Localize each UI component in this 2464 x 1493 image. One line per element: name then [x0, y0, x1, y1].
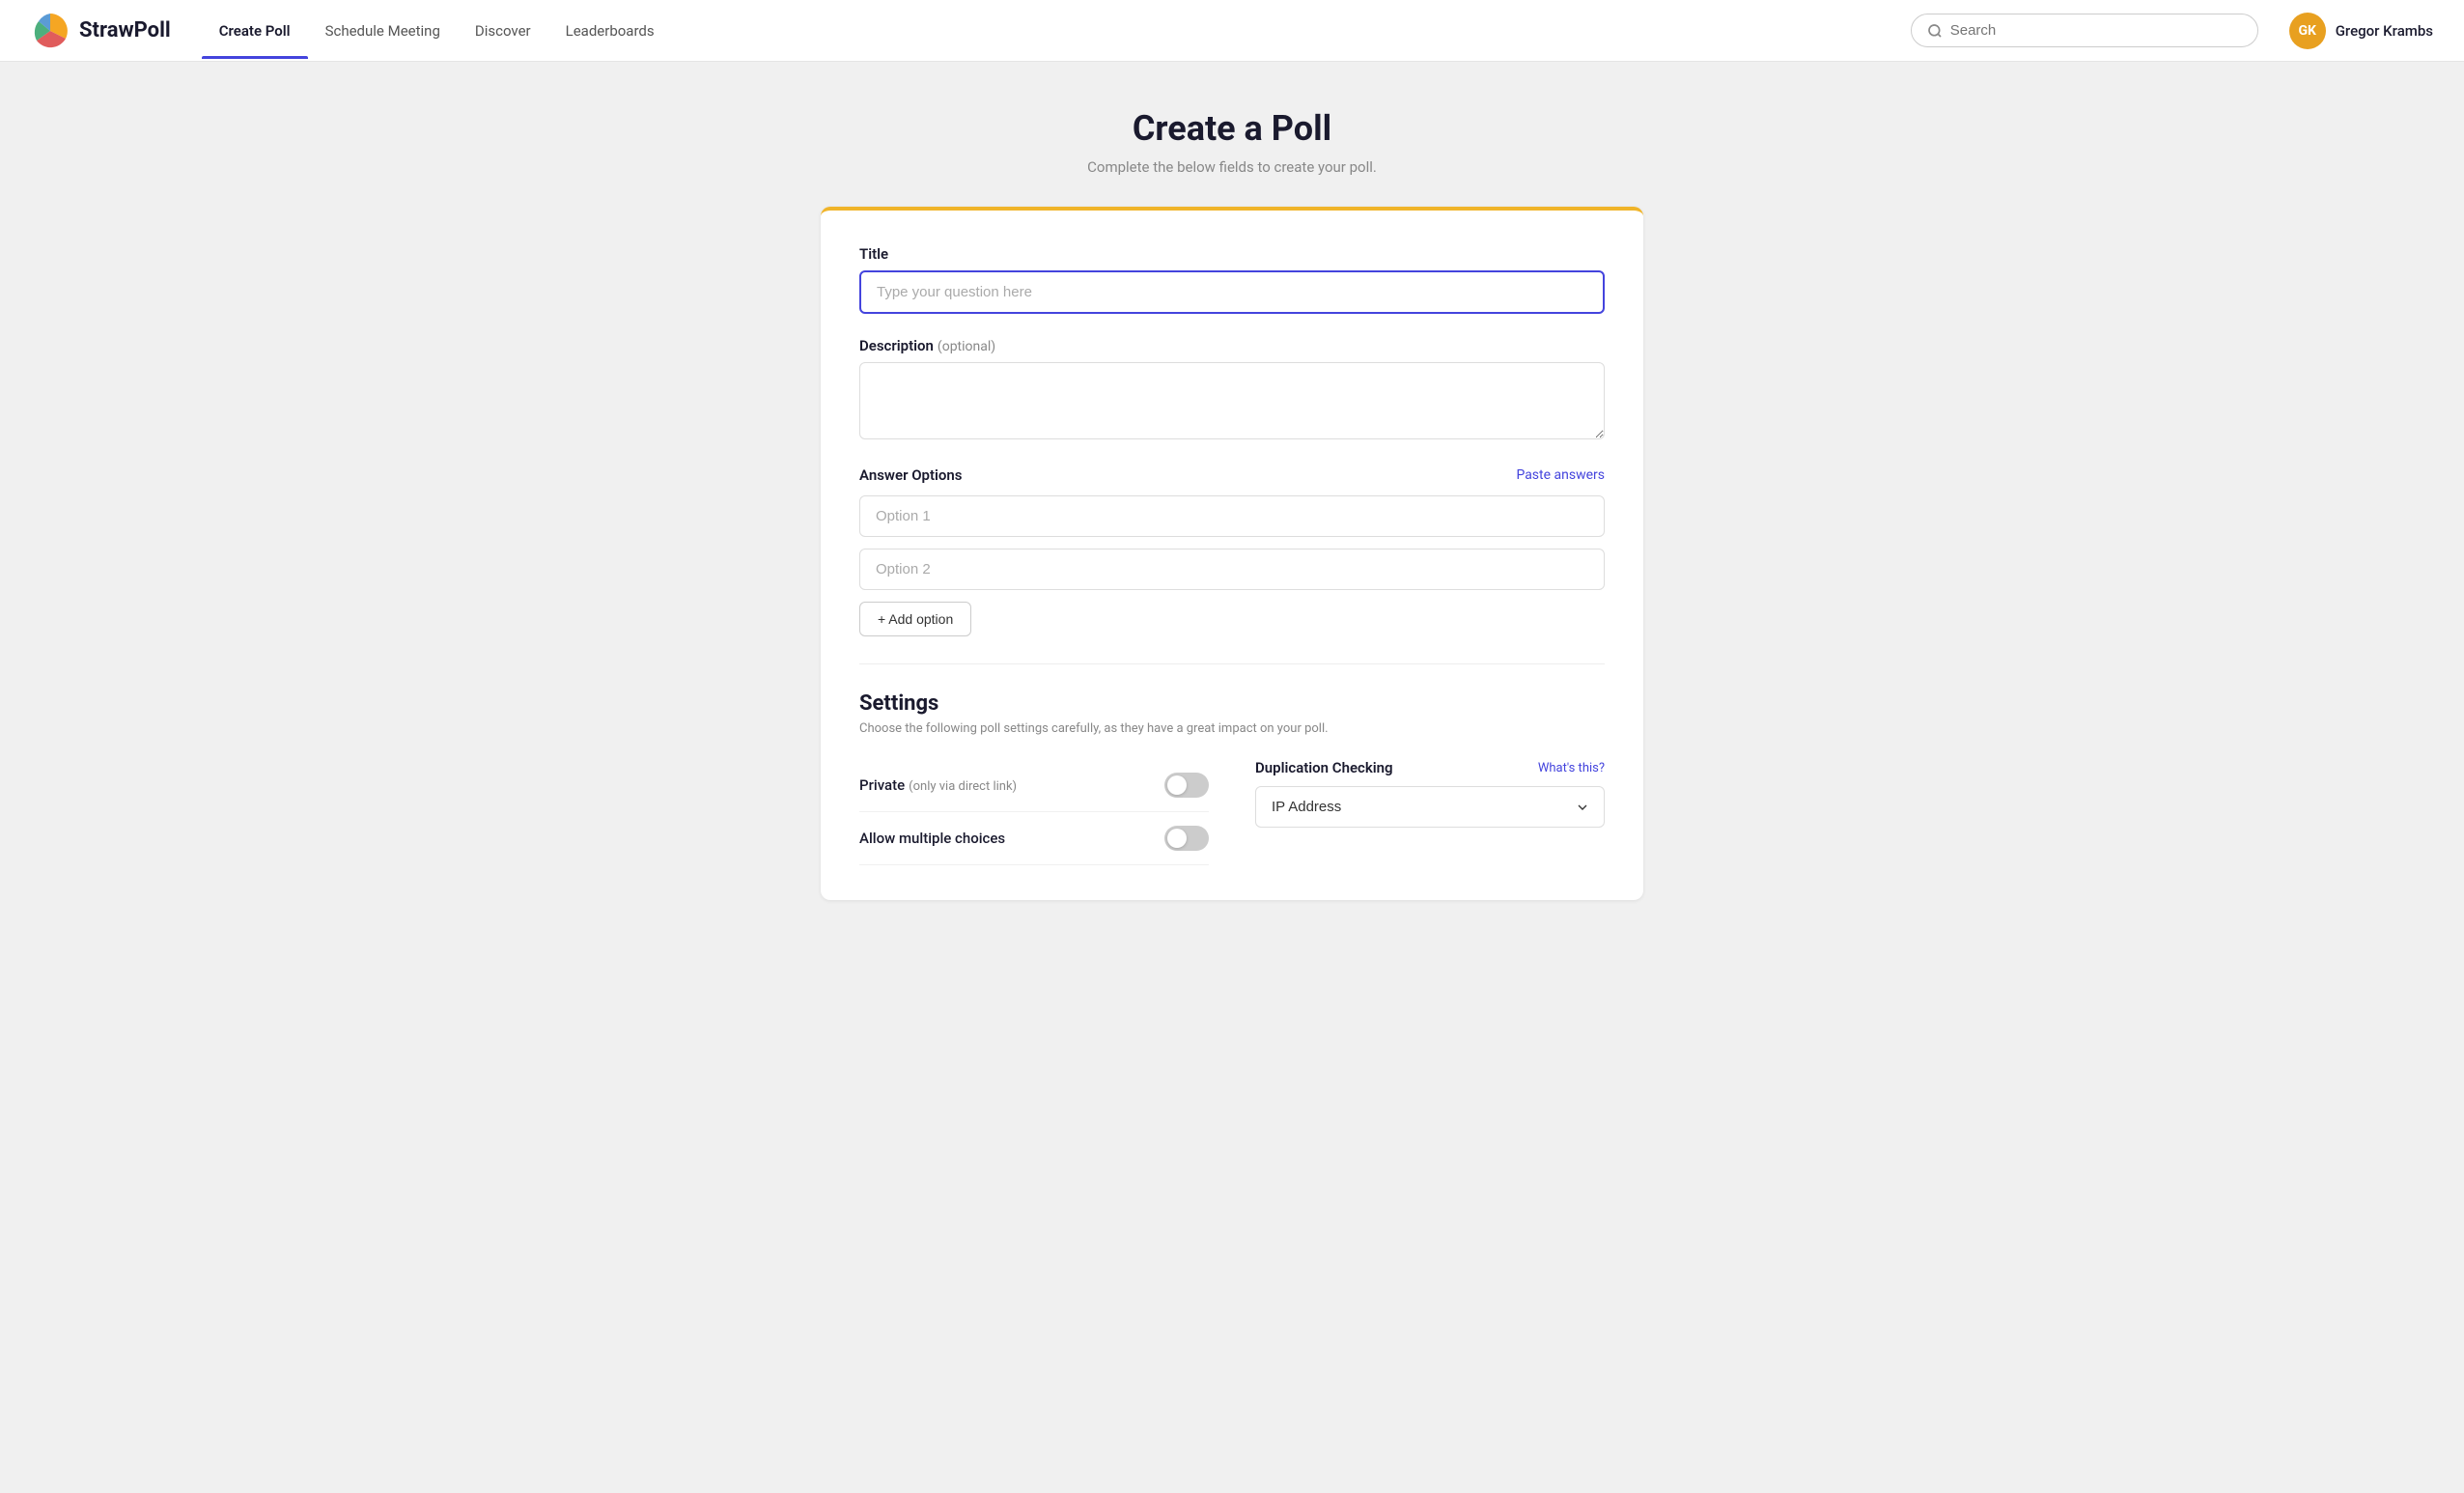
settings-left: Private(only via direct link) Allow mult… — [859, 759, 1209, 865]
search-icon — [1927, 23, 1943, 39]
logo[interactable]: StrawPoll — [31, 12, 171, 50]
user-area[interactable]: GK Gregor Krambs — [2289, 13, 2433, 49]
private-setting-row: Private(only via direct link) — [859, 759, 1209, 812]
multiple-choices-row: Allow multiple choices — [859, 812, 1209, 865]
what-this-link[interactable]: What's this? — [1538, 761, 1605, 775]
navbar: StrawPoll Create Poll Schedule Meeting D… — [0, 0, 2464, 62]
private-toggle[interactable] — [1164, 773, 1209, 798]
page-title: Create a Poll — [821, 108, 1643, 149]
description-label: Description(optional) — [859, 337, 1605, 354]
nav-schedule-meeting[interactable]: Schedule Meeting — [308, 3, 458, 59]
allow-multiple-label: Allow multiple choices — [859, 830, 1005, 847]
duplication-select[interactable]: IP Address Cookies None — [1255, 786, 1605, 828]
nav-leaderboards[interactable]: Leaderboards — [548, 3, 672, 59]
title-input[interactable] — [859, 270, 1605, 314]
title-label: Title — [859, 245, 1605, 263]
paste-answers-link[interactable]: Paste answers — [1516, 467, 1605, 483]
dup-check-label: Duplication Checking — [1255, 759, 1393, 776]
main-content: Create a Poll Complete the below fields … — [798, 62, 1666, 977]
form-card: Title Description(optional) Answer Optio… — [821, 207, 1643, 900]
nav-create-poll[interactable]: Create Poll — [202, 3, 308, 59]
dup-check-header: Duplication Checking What's this? — [1255, 759, 1605, 776]
title-field-group: Title — [859, 245, 1605, 314]
nav-links: Create Poll Schedule Meeting Discover Le… — [202, 3, 1880, 59]
settings-section: Settings Choose the following poll setti… — [859, 691, 1605, 865]
answer-options-header: Answer Options Paste answers — [859, 466, 1605, 484]
private-label: Private(only via direct link) — [859, 776, 1017, 794]
answer-options-group: Answer Options Paste answers + Add optio… — [859, 466, 1605, 636]
settings-title: Settings — [859, 691, 1605, 716]
nav-discover[interactable]: Discover — [458, 3, 548, 59]
logo-icon — [31, 12, 70, 50]
page-subtitle: Complete the below fields to create your… — [821, 158, 1643, 176]
allow-multiple-toggle[interactable] — [1164, 826, 1209, 851]
user-name: Gregor Krambs — [2336, 22, 2433, 40]
description-field-group: Description(optional) — [859, 337, 1605, 443]
option-2-input[interactable] — [859, 549, 1605, 590]
settings-right: Duplication Checking What's this? IP Add… — [1255, 759, 1605, 865]
add-option-button[interactable]: + Add option — [859, 602, 971, 636]
description-textarea[interactable] — [859, 362, 1605, 439]
settings-grid: Private(only via direct link) Allow mult… — [859, 759, 1605, 865]
answer-options-label: Answer Options — [859, 466, 963, 484]
search-bar — [1911, 14, 2258, 47]
logo-text: StrawPoll — [79, 18, 171, 42]
settings-subtitle: Choose the following poll settings caref… — [859, 721, 1605, 736]
option-1-input[interactable] — [859, 495, 1605, 537]
section-divider — [859, 663, 1605, 664]
search-input[interactable] — [1950, 22, 2242, 39]
avatar: GK — [2289, 13, 2326, 49]
